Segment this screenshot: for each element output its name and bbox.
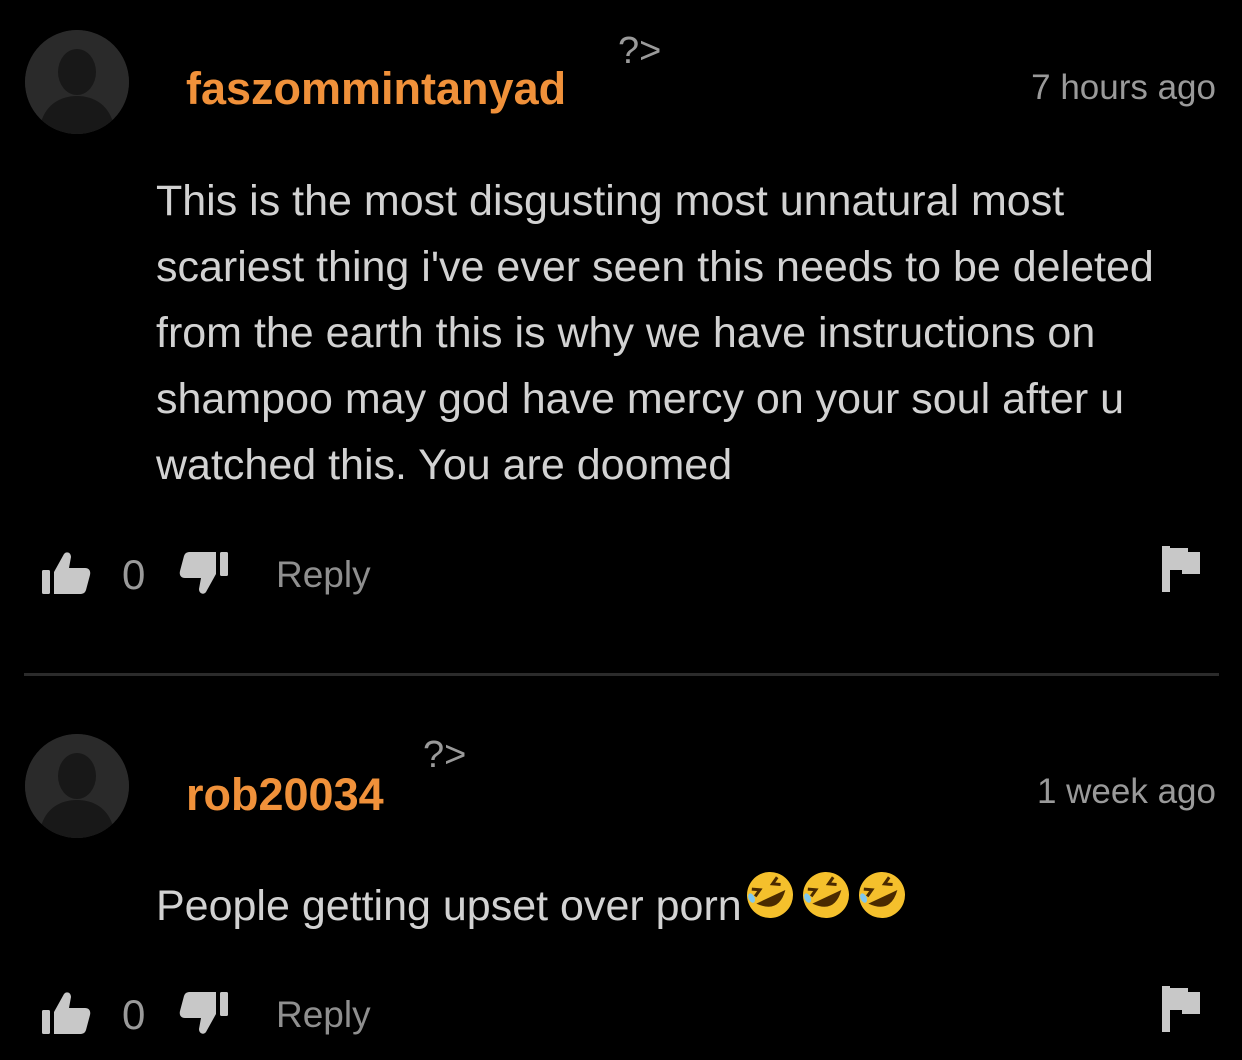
thumbs-up-icon[interactable] [40, 990, 92, 1036]
vote-count: 0 [122, 991, 146, 1038]
thumbs-up-icon[interactable] [40, 550, 92, 596]
comment-timestamp: 7 hours ago [1031, 68, 1216, 107]
comment-text-container: People getting upset over porn [156, 870, 1216, 939]
comment-timestamp: 1 week ago [1036, 772, 1216, 811]
flag-icon[interactable] [1160, 546, 1202, 592]
flag-icon[interactable] [1160, 986, 1202, 1032]
comment-item: rob20034 ?> 1 week ago People getting up… [0, 676, 1242, 1060]
comment-text: This is the most disgusting most unnatur… [156, 177, 1154, 489]
avatar[interactable] [25, 30, 129, 134]
username-link[interactable]: rob20034 [186, 772, 384, 817]
vote-count: 0 [122, 551, 146, 598]
thumbs-down-icon[interactable] [178, 550, 230, 596]
comments-page: faszommintanyad ?> 7 hours ago This is t… [0, 0, 1242, 1060]
comment-actions: 0 Reply [40, 546, 1220, 600]
avatar[interactable] [25, 734, 129, 838]
comment-text: People getting upset over porn [156, 882, 742, 930]
reply-button[interactable]: Reply [276, 996, 371, 1033]
thumbs-down-icon[interactable] [178, 990, 230, 1036]
rofl-emoji-icon [854, 870, 910, 939]
reply-button[interactable]: Reply [276, 556, 371, 593]
comment-item: faszommintanyad ?> 7 hours ago This is t… [0, 0, 1242, 674]
rofl-emoji-icon [742, 870, 798, 939]
comment-actions: 0 Reply [40, 986, 1220, 1040]
rofl-emoji-icon [798, 870, 854, 939]
avatar-placeholder-icon [25, 30, 129, 134]
user-badge: ?> [618, 30, 662, 72]
username-link[interactable]: faszommintanyad [186, 66, 566, 111]
avatar-placeholder-icon [25, 734, 129, 838]
user-badge: ?> [423, 734, 467, 776]
